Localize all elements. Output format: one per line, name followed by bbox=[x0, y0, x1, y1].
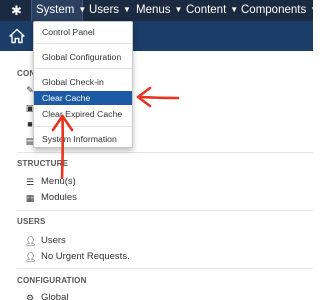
menu-item-clear-cache[interactable]: Clear Cache bbox=[34, 91, 132, 105]
caret-down-icon: ▼ bbox=[310, 5, 319, 14]
menu-system-label: System bbox=[36, 4, 75, 17]
menu-item-clear-expired-cache[interactable]: Clear Expired Cache bbox=[34, 107, 132, 121]
user-icon: 👤︎ bbox=[25, 236, 37, 246]
menu-divider bbox=[34, 43, 132, 44]
sidebar-item-modules[interactable]: Modules bbox=[41, 192, 77, 203]
menu-components-label: Components bbox=[241, 4, 307, 17]
menu-components[interactable]: Components ▼ bbox=[241, 0, 318, 21]
top-menu-bar: ✱ System ▼ Users ▼ Menus ▼ Content ▼ Compone… bbox=[0, 0, 318, 21]
menu-item-global-check-in[interactable]: Global Check-in bbox=[34, 75, 132, 89]
joomla-icon[interactable]: ✱ bbox=[9, 3, 24, 18]
menu-divider bbox=[34, 126, 132, 127]
menu-item-control-panel[interactable]: Control Panel bbox=[34, 25, 132, 39]
list-icon: ☰ bbox=[25, 177, 35, 187]
sidebar-item-users[interactable]: Users bbox=[41, 235, 66, 246]
divider bbox=[17, 210, 313, 211]
annotation-arrow-right bbox=[138, 95, 180, 100]
section-configuration-title: CONFIGURATION bbox=[17, 276, 87, 285]
sidebar-item-global[interactable]: Global bbox=[41, 292, 68, 300]
sidebar-item-no-urgent-requests: No Urgent Requests. bbox=[41, 251, 130, 262]
sidebar-item-menus[interactable]: Menu(s) bbox=[41, 176, 76, 187]
menu-menus[interactable]: Menus ▼ bbox=[136, 0, 182, 21]
menu-content[interactable]: Content ▼ bbox=[186, 0, 238, 21]
menu-system[interactable]: System ▼ bbox=[31, 0, 87, 21]
caret-down-icon: ▼ bbox=[230, 5, 239, 14]
menu-users-label: Users bbox=[89, 4, 120, 17]
annotation-arrowhead-right bbox=[136, 86, 152, 108]
cube-icon: ▦ bbox=[25, 193, 35, 203]
menu-menus-label: Menus bbox=[136, 4, 171, 17]
menu-divider bbox=[34, 68, 132, 69]
menu-users[interactable]: Users ▼ bbox=[89, 0, 131, 21]
system-dropdown-menu: Control Panel Global Configuration Globa… bbox=[33, 21, 133, 148]
section-structure-title: STRUCTURE bbox=[17, 159, 69, 168]
user-icon: 👤︎ bbox=[25, 252, 37, 262]
home-icon[interactable] bbox=[9, 28, 25, 44]
divider bbox=[17, 268, 313, 269]
caret-down-icon: ▼ bbox=[174, 5, 183, 14]
section-users-title: USERS bbox=[17, 217, 46, 226]
caret-down-icon: ▼ bbox=[123, 5, 131, 14]
menu-item-system-information[interactable]: System Information bbox=[34, 132, 132, 146]
menu-content-label: Content bbox=[186, 4, 227, 17]
caret-down-icon: ▼ bbox=[78, 5, 87, 14]
gear-icon: ⚙ bbox=[25, 293, 35, 300]
divider bbox=[17, 152, 313, 153]
menu-item-global-configuration[interactable]: Global Configuration bbox=[34, 50, 132, 64]
